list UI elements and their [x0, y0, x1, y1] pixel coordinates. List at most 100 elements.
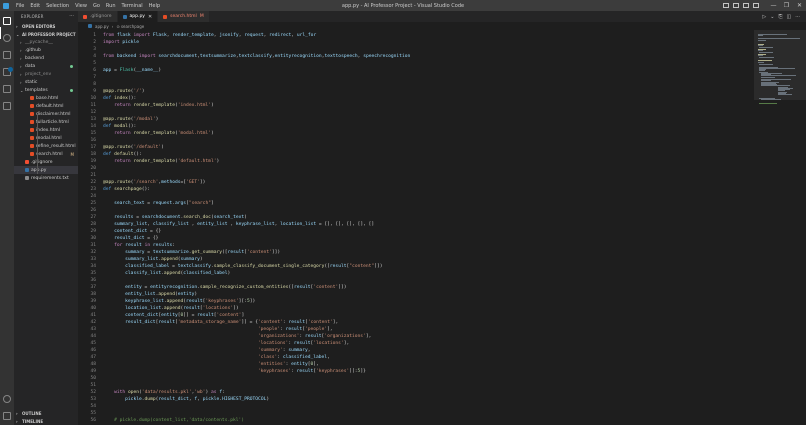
- code-line[interactable]: 7: [78, 74, 754, 81]
- run-dropdown-icon[interactable]: ⌄: [770, 14, 774, 20]
- code-line[interactable]: 37 entity = entityrecognition.sample_rec…: [78, 284, 754, 291]
- menu-item-help[interactable]: Help: [146, 3, 163, 9]
- customize-layout-icon[interactable]: [753, 3, 759, 8]
- code-line[interactable]: 45 'locations': result['locations'],: [78, 340, 754, 347]
- code-line[interactable]: 22 @app.route('/search',methods=['GET']): [78, 179, 754, 186]
- code-line[interactable]: 40 location_list.append(result['location…: [78, 305, 754, 312]
- folder-item[interactable]: › .github: [14, 46, 78, 54]
- explorer-icon[interactable]: [3, 17, 11, 25]
- code-line[interactable]: 52 with open('data/results.pkl','wb') as…: [78, 389, 754, 396]
- menu-item-go[interactable]: Go: [90, 3, 103, 9]
- code-line[interactable]: 48 'entities': entity[0],: [78, 361, 754, 368]
- code-line[interactable]: 44 'organizations': result['organization…: [78, 333, 754, 340]
- extensions-icon[interactable]: [3, 85, 11, 93]
- code-line[interactable]: 26: [78, 207, 754, 214]
- outline-section[interactable]: › OUTLINE: [14, 409, 78, 417]
- file-item[interactable]: app.py: [14, 166, 78, 174]
- maximize-button[interactable]: ❐: [780, 2, 793, 9]
- code-line[interactable]: 50: [78, 375, 754, 382]
- code-line[interactable]: 43 'people': result['people'],: [78, 326, 754, 333]
- code-line[interactable]: 17 @app.route('/default'): [78, 144, 754, 151]
- code-line[interactable]: 8: [78, 81, 754, 88]
- menu-item-selection[interactable]: Selection: [43, 3, 72, 9]
- file-item[interactable]: search.html M: [14, 150, 78, 158]
- code-line[interactable]: 18 def default():: [78, 151, 754, 158]
- code-line[interactable]: 53 pickle.dump(result_dict, f, pickle.HI…: [78, 396, 754, 403]
- code-line[interactable]: 35 classify_list.append(classified_label…: [78, 270, 754, 277]
- code-line[interactable]: 15 return render_template('modal.html'): [78, 130, 754, 137]
- code-line[interactable]: 13 @app.route('/modal'): [78, 116, 754, 123]
- code-line[interactable]: 41 content_dict[entity[0]] = result['con…: [78, 312, 754, 319]
- more-actions-icon[interactable]: ···: [69, 13, 74, 19]
- breadcrumb-symbol[interactable]: ⊙ searchpage: [116, 24, 144, 29]
- folder-item[interactable]: › __pycache__: [14, 38, 78, 46]
- code-line[interactable]: 14 def modal():: [78, 123, 754, 130]
- toggle-secondary-sidebar-icon[interactable]: [743, 3, 749, 8]
- project-section[interactable]: ⌄ AI PROFESSOR PROJECT: [14, 30, 78, 38]
- timeline-section[interactable]: › TIMELINE: [14, 417, 78, 425]
- file-item[interactable]: modal.html: [14, 134, 78, 142]
- toggle-panel-icon[interactable]: [733, 3, 739, 8]
- code-line[interactable]: 36: [78, 277, 754, 284]
- code-line[interactable]: 24: [78, 193, 754, 200]
- code-line[interactable]: 1 from flask import Flask, render_templat…: [78, 32, 754, 39]
- code-line[interactable]: 39 keyphrase_list.append(result['keyphra…: [78, 298, 754, 305]
- code-line[interactable]: 3: [78, 46, 754, 53]
- code-line[interactable]: 29 content_dict = {}: [78, 228, 754, 235]
- code-line[interactable]: 42 result_dict[result['metadata_storage_…: [78, 319, 754, 326]
- run-icon[interactable]: ▷: [762, 14, 766, 20]
- folder-item[interactable]: › backend: [14, 54, 78, 62]
- code-line[interactable]: 47 'class': classified_label,: [78, 354, 754, 361]
- code-line[interactable]: 5: [78, 60, 754, 67]
- code-line[interactable]: 11 return render_template('index.html'): [78, 102, 754, 109]
- code-line[interactable]: 30 result_dict = {}: [78, 235, 754, 242]
- code-line[interactable]: 34 classified_label = textclassify.sampl…: [78, 263, 754, 270]
- menu-item-view[interactable]: View: [72, 3, 90, 9]
- folder-item[interactable]: › data: [14, 62, 78, 70]
- code-line[interactable]: 33 summary_list.append(summary): [78, 256, 754, 263]
- code-line[interactable]: 6 app = Flask(__name__): [78, 67, 754, 74]
- file-item[interactable]: disclaimer.html: [14, 110, 78, 118]
- open-editors-section[interactable]: › OPEN EDITORS: [14, 22, 78, 30]
- tab-search-html[interactable]: search.html M: [158, 11, 210, 22]
- close-window-button[interactable]: ✕: [793, 2, 806, 9]
- accounts-icon[interactable]: [3, 395, 11, 403]
- code-line[interactable]: 49 'keyphrases': result['keyphrases'][:5…: [78, 368, 754, 375]
- menu-item-file[interactable]: File: [13, 3, 27, 9]
- testing-icon[interactable]: [3, 102, 11, 110]
- file-item[interactable]: fullarticle.html: [14, 118, 78, 126]
- code-line[interactable]: 19 return render_template('default.html'…: [78, 158, 754, 165]
- code-line[interactable]: 55: [78, 410, 754, 417]
- source-control-icon[interactable]: [3, 51, 11, 59]
- menu-item-run[interactable]: Run: [103, 3, 119, 9]
- code-editor[interactable]: 1 from flask import Flask, render_templat…: [78, 30, 754, 425]
- code-line[interactable]: 46 'summary': summary,: [78, 347, 754, 354]
- code-line[interactable]: 9 @app.route('/'): [78, 88, 754, 95]
- code-line[interactable]: 21: [78, 172, 754, 179]
- compare-icon[interactable]: ⎘: [778, 14, 782, 20]
- file-item[interactable]: index.html: [14, 126, 78, 134]
- code-line[interactable]: 4 from backend import searchdocument,text…: [78, 53, 754, 60]
- more-actions-icon[interactable]: ···: [795, 14, 800, 20]
- code-line[interactable]: 28 summary_list, classify_list , entity_…: [78, 221, 754, 228]
- tab-gitignore[interactable]: .gitignore: [78, 11, 118, 22]
- code-line[interactable]: 56 # pickle.dump(content_list,'data/cont…: [78, 417, 754, 424]
- folder-item[interactable]: ⌄ templates: [14, 86, 78, 94]
- split-editor-icon[interactable]: ◫: [786, 14, 791, 20]
- code-line[interactable]: 27 results = searchdocument.search_doc(s…: [78, 214, 754, 221]
- file-item[interactable]: requirements.txt: [14, 174, 78, 182]
- toggle-primary-sidebar-icon[interactable]: [723, 3, 729, 8]
- code-line[interactable]: 20: [78, 165, 754, 172]
- code-line[interactable]: 31 for result in results:: [78, 242, 754, 249]
- file-item[interactable]: refine_result.html: [14, 142, 78, 150]
- code-line[interactable]: 25 search_text = request.args["search"]: [78, 200, 754, 207]
- minimize-button[interactable]: —: [767, 2, 780, 9]
- file-item[interactable]: .gitignore: [14, 158, 78, 166]
- menu-item-edit[interactable]: Edit: [27, 3, 43, 9]
- search-icon[interactable]: [3, 34, 11, 42]
- code-line[interactable]: 10 def index():: [78, 95, 754, 102]
- code-line[interactable]: 51: [78, 382, 754, 389]
- folder-item[interactable]: › project_env: [14, 70, 78, 78]
- tab-app-py[interactable]: app.py ✕: [117, 11, 159, 22]
- minimap[interactable]: [754, 30, 806, 425]
